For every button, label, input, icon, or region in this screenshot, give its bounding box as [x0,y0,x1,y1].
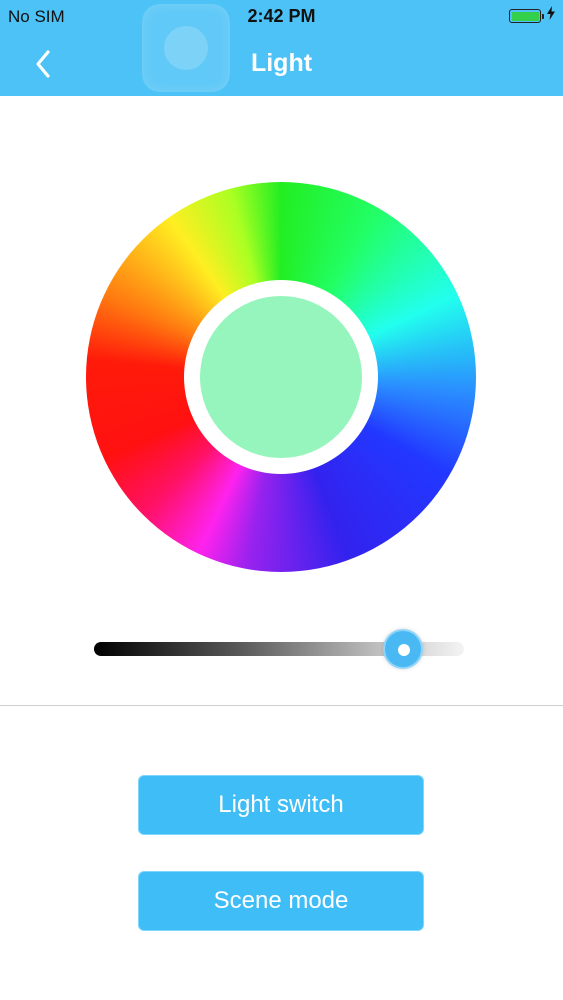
status-time: 2:42 PM [247,6,316,26]
color-wheel-container [86,182,476,572]
battery-icon [509,9,544,23]
page-title: Light [250,49,313,77]
divider [0,705,563,706]
selected-color-preview [200,296,362,458]
status-bar: No SIM 2:42 PM [0,0,563,32]
slider-thumb-dot [397,644,410,656]
navigation-bar: No SIM 2:42 PM Light [0,0,563,96]
app-switcher-ghost-icon [142,4,230,92]
light-switch-button[interactable]: Light switch [138,775,424,835]
battery-level [511,11,539,21]
brightness-slider-thumb[interactable] [382,629,423,669]
scene-mode-button[interactable]: Scene mode [138,871,424,931]
bolt-icon [547,6,555,23]
